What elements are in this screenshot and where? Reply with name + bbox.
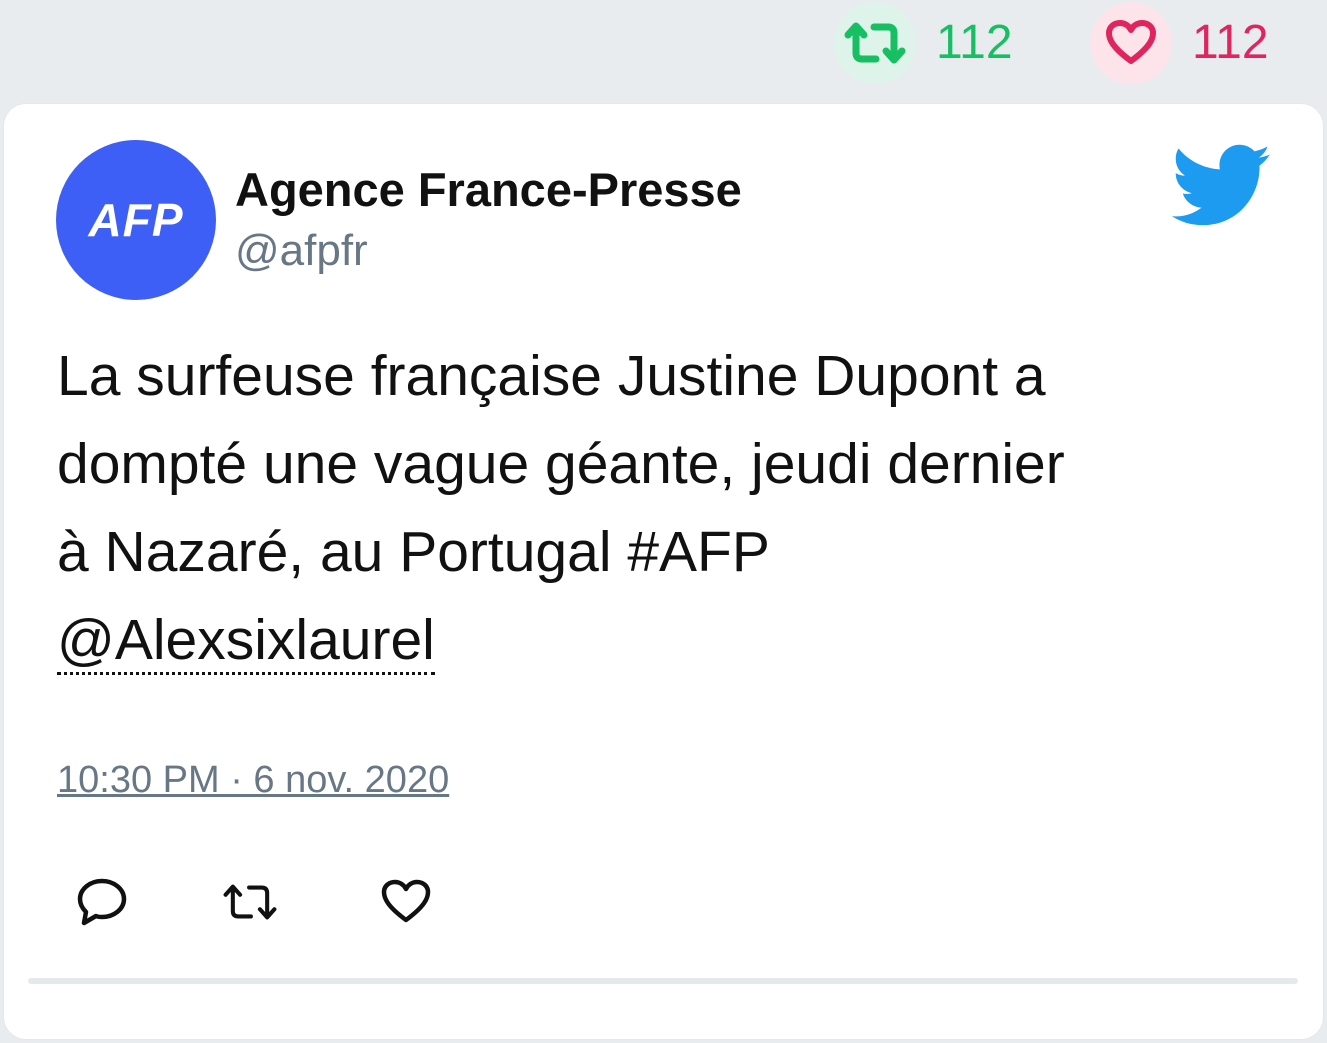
like-count: 112 <box>1192 16 1269 69</box>
tweet-text-line: dompté une vague géante, jeudi dernier <box>57 432 1065 496</box>
avatar-logo-text: AFP <box>88 194 184 246</box>
retweet-stat-circle <box>834 2 916 84</box>
like-button[interactable] <box>378 874 434 930</box>
heart-icon <box>1106 20 1156 64</box>
like-stat-circle <box>1090 2 1172 84</box>
retweet-count: 112 <box>936 16 1013 69</box>
mention-link[interactable]: @Alexsixlaurel <box>57 608 435 675</box>
tweet-mention-line: @Alexsixlaurel <box>57 596 1267 684</box>
tweet-text-line: La surfeuse française Justine Dupont a <box>57 344 1046 408</box>
tweet-text: La surfeuse française Justine Dupont a d… <box>57 332 1267 684</box>
retweet-button[interactable] <box>222 874 278 930</box>
tweet-text-line: à Nazaré, au Portugal #AFP <box>57 520 770 584</box>
author-name[interactable]: Agence France-Presse <box>235 162 742 217</box>
card-divider <box>28 978 1298 984</box>
author-handle[interactable]: @afpfr <box>235 226 368 276</box>
tweet-card: AFP Agence France-Presse @afpfr La surfe… <box>4 104 1323 1039</box>
retweet-stat[interactable]: 112 <box>834 2 1013 84</box>
reply-icon <box>77 878 127 926</box>
like-stat[interactable]: 112 <box>1090 2 1269 84</box>
avatar[interactable]: AFP <box>56 140 216 300</box>
engagement-stats: 112 112 <box>0 0 1327 96</box>
reply-button[interactable] <box>74 874 130 930</box>
retweet-icon <box>844 22 906 64</box>
retweet-icon <box>223 884 277 920</box>
heart-icon <box>381 879 431 923</box>
tweet-timestamp[interactable]: 10:30 PM · 6 nov. 2020 <box>57 759 449 802</box>
twitter-bird-icon[interactable] <box>1172 144 1272 228</box>
